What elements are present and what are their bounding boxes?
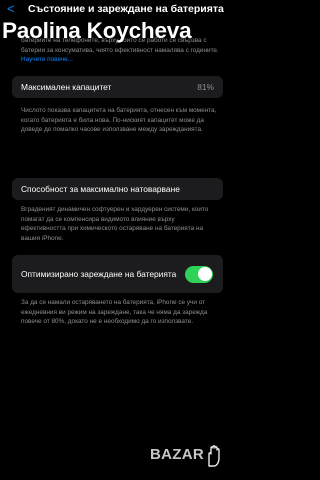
capacity-description: Числото показва капацитета на батерията,… — [21, 107, 217, 133]
page-title: Състояние и зареждане на батерията — [28, 3, 224, 15]
bazar-logo: BAZAR — [150, 446, 204, 463]
optimized-charging-card: Оптимизирано зареждане на батерията — [12, 255, 223, 293]
peak-performance-label: Способност за максимално натоварване — [21, 184, 180, 194]
optimized-charging-description: За да се намали остаряването на батерият… — [21, 299, 208, 325]
bazar-hand-icon — [208, 445, 220, 467]
peak-performance-description: Вграденият динамичен софтуерен и хардуер… — [21, 206, 209, 242]
bazar-logo-text: BAZAR — [150, 446, 204, 463]
back-chevron-icon[interactable]: < — [7, 2, 15, 15]
optimized-charging-toggle[interactable] — [185, 265, 213, 283]
maximum-capacity-label: Максимален капацитет — [21, 82, 112, 92]
toggle-knob — [197, 267, 212, 281]
maximum-capacity-value: 81% — [197, 82, 214, 92]
optimized-charging-row: Оптимизирано зареждане на батерията — [21, 255, 179, 293]
optimized-charging-label: Оптимизирано зареждане на батерията — [21, 269, 177, 279]
peak-performance-row: Способност за максимално натоварване — [21, 178, 214, 200]
seller-name-watermark: Paolina Koycheva — [2, 18, 192, 43]
maximum-capacity-card: Максимален капацитет 81% — [12, 76, 223, 98]
maximum-capacity-row: Максимален капацитет 81% — [21, 76, 214, 98]
learn-more-link[interactable]: Научете повече... — [21, 56, 73, 63]
peak-performance-card: Способност за максимално натоварване — [12, 178, 223, 200]
